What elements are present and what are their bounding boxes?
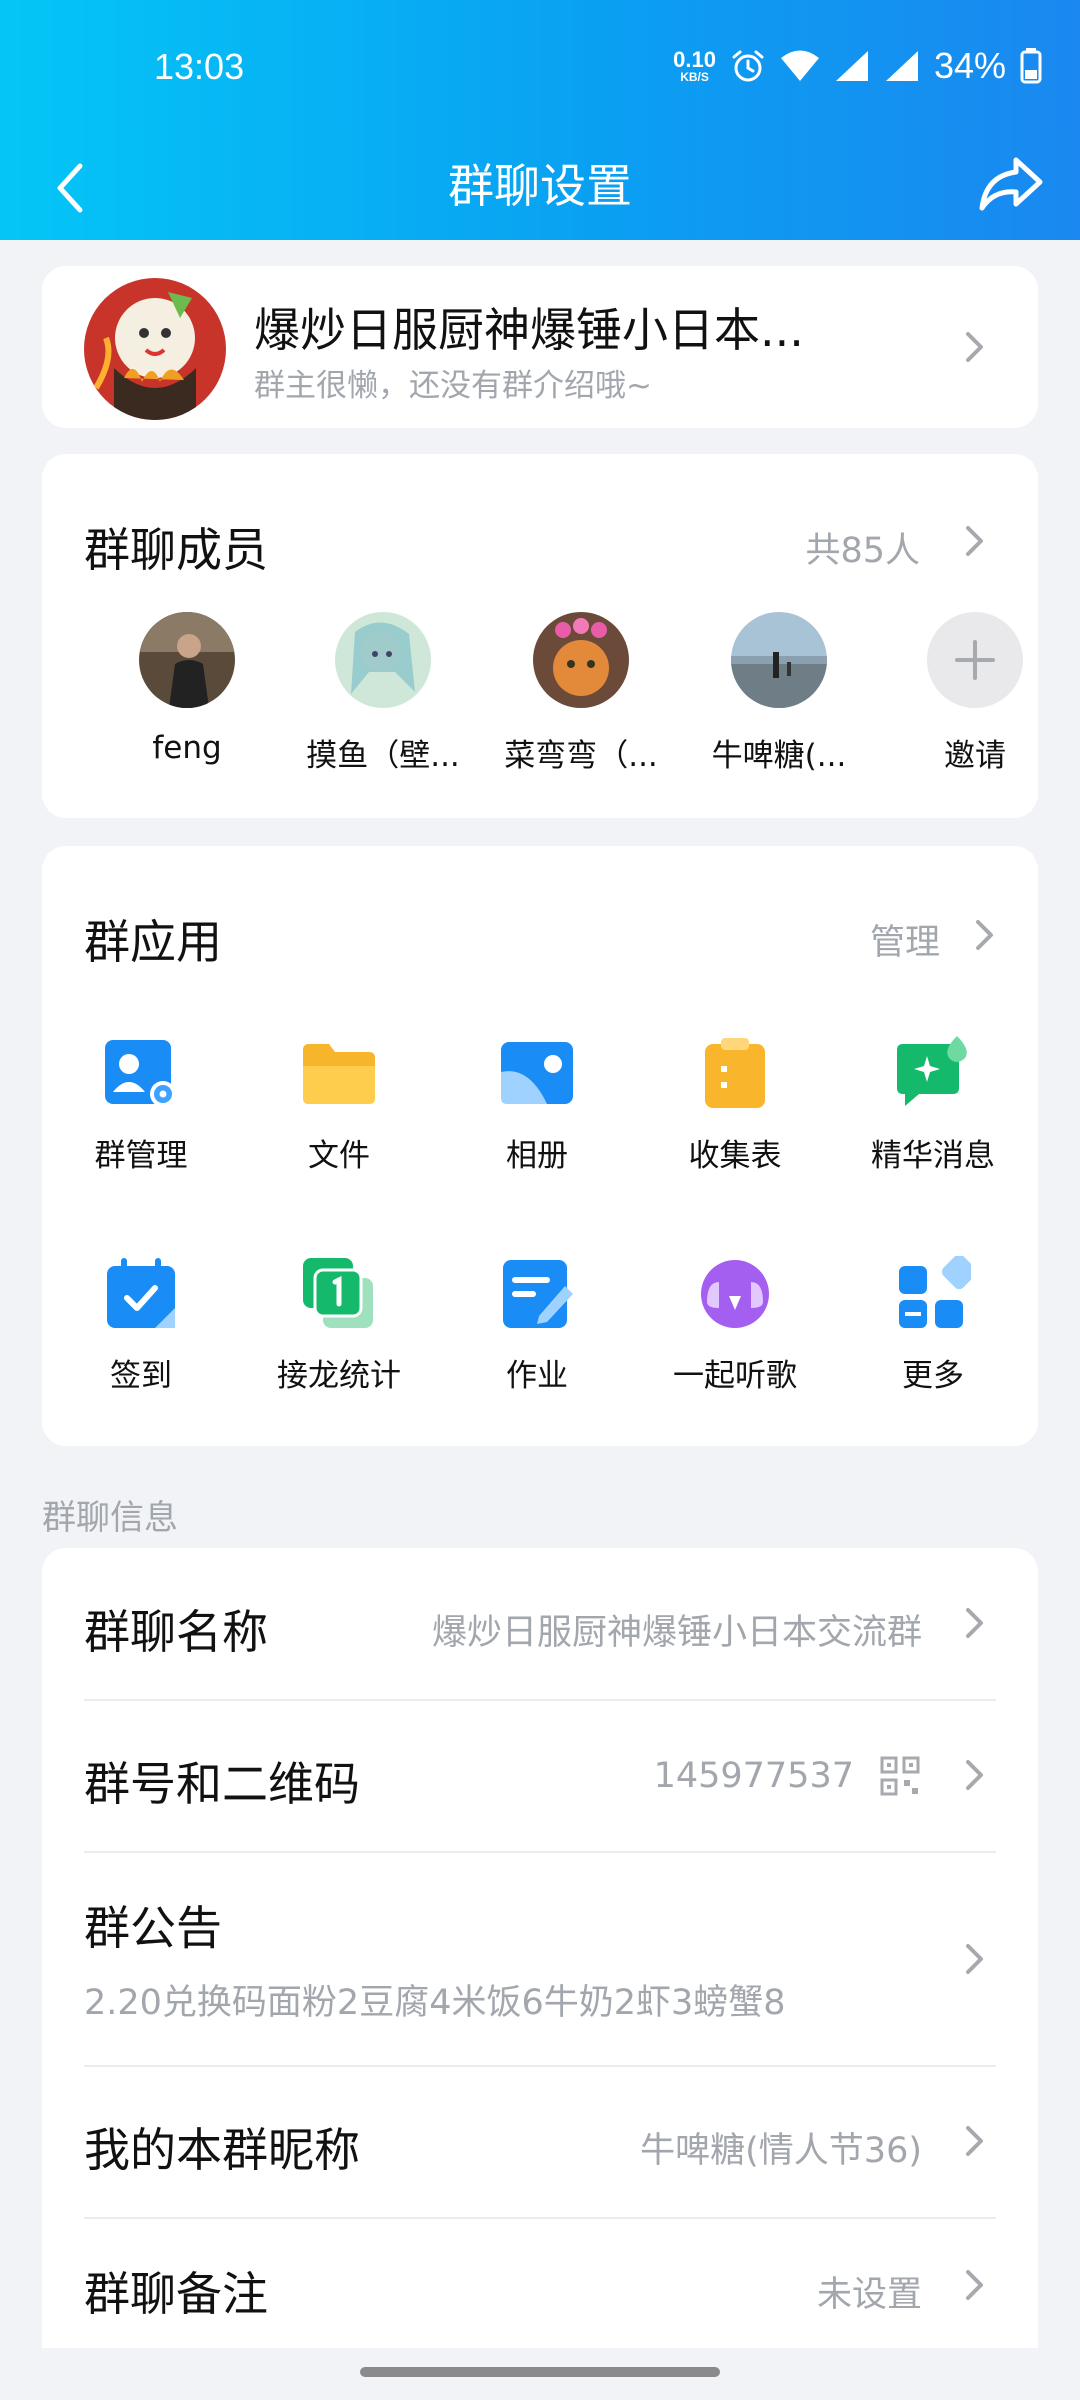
members-title: 群聊成员 (84, 523, 268, 577)
home-indicator[interactable] (360, 2367, 720, 2377)
app-label: 群管理 (94, 1138, 188, 1174)
clipboard-icon (705, 1038, 765, 1108)
group-info-section-label: 群聊信息 (42, 1498, 178, 1538)
group-notice-value: 2.20兑换码面粉2豆腐4米饭6牛奶2虾3螃蟹8 (84, 1983, 786, 2023)
group-name: 爆炒日服厨神爆锤小日本... (254, 303, 804, 357)
qr-code-icon[interactable] (880, 1756, 920, 1796)
chevron-right-icon (966, 1944, 983, 1974)
member-item[interactable]: feng (102, 612, 272, 766)
app-checkin[interactable]: 签到 (56, 1256, 226, 1395)
more-apps-icon (899, 1254, 977, 1328)
group-notice-label: 群公告 (84, 1901, 222, 1955)
member-item[interactable]: 牛啤糖(... (694, 612, 864, 775)
app-listen-together[interactable]: 一起听歌 (650, 1256, 820, 1395)
group-remark-label: 群聊备注 (84, 2267, 268, 2321)
chevron-right-icon (966, 2270, 983, 2300)
chevron-right-icon[interactable] (964, 524, 986, 558)
group-avatar-image (84, 278, 226, 420)
header: 13:03 0.10 KB/S 34% 群聊设置 (0, 0, 1080, 240)
members-card: 群聊成员 共85人 feng 摸鱼（壁... 菜弯弯（... 牛啤糖(... 邀… (42, 454, 1038, 818)
app-label: 相册 (506, 1138, 568, 1174)
apps-card: 群应用 管理 群管理 文件 相册 收集表 精华消息 签到 接龙统计 作业 一起听… (42, 846, 1038, 1446)
app-more[interactable]: 更多 (848, 1254, 1018, 1395)
my-nickname-value: 牛啤糖(情人节36) (640, 2131, 922, 2171)
members-count[interactable]: 共85人 (805, 522, 920, 573)
folder-icon (303, 1044, 375, 1104)
invite-button[interactable]: 邀请 (890, 612, 1060, 775)
group-notice-row[interactable]: 群公告 2.20兑换码面粉2豆腐4米饭6牛奶2虾3螃蟹8 (42, 1852, 1038, 2066)
member-name: 菜弯弯（... (504, 738, 658, 774)
app-label: 签到 (110, 1358, 172, 1394)
app-file[interactable]: 文件 (254, 1036, 424, 1175)
app-essence-message[interactable]: 精华消息 (848, 1036, 1018, 1175)
member-avatar (335, 612, 431, 708)
page-title: 群聊设置 (448, 159, 632, 213)
net-speed-value: 0.10 (673, 47, 716, 72)
wifi-icon (780, 50, 819, 81)
battery-percent: 34% (933, 45, 1006, 86)
member-avatar (533, 612, 629, 708)
homework-icon (503, 1260, 573, 1328)
my-nickname-row[interactable]: 我的本群昵称 牛啤糖(情人节36) (42, 2066, 1038, 2218)
battery-icon (1020, 48, 1042, 84)
share-icon[interactable] (976, 154, 1046, 216)
group-avatar (84, 278, 226, 420)
chevron-right-icon[interactable] (974, 918, 996, 952)
app-label: 一起听歌 (673, 1358, 797, 1394)
member-name: 牛啤糖(... (711, 738, 847, 774)
app-label: 作业 (506, 1358, 568, 1394)
member-name: 摸鱼（壁... (306, 738, 460, 774)
invite-label: 邀请 (944, 738, 1006, 774)
app-label: 文件 (308, 1138, 370, 1174)
net-speed-unit: KB/S (680, 70, 709, 84)
album-icon (501, 1042, 573, 1104)
invite-icon (927, 612, 1023, 708)
group-profile-card[interactable]: 爆炒日服厨神爆锤小日本... 群主很懒，还没有群介绍哦~ (42, 266, 1038, 428)
member-item[interactable]: 摸鱼（壁... (298, 612, 468, 775)
group-name-value: 爆炒日服厨神爆锤小日本交流群 (431, 1613, 922, 1653)
group-remark-row[interactable]: 群聊备注 未设置 (42, 2218, 1038, 2348)
app-homework[interactable]: 作业 (452, 1256, 622, 1395)
chevron-right-icon (966, 332, 983, 362)
group-number-label: 群号和二维码 (84, 1757, 360, 1811)
group-number-row[interactable]: 群号和二维码 145977537 (42, 1700, 1038, 1852)
my-nickname-label: 我的本群昵称 (84, 2123, 360, 2177)
essence-message-icon (897, 1036, 967, 1106)
status-time: 13:03 (154, 46, 245, 87)
group-name-row[interactable]: 群聊名称 爆炒日服厨神爆锤小日本交流群 (42, 1548, 1038, 1700)
group-info-card: 群聊名称 爆炒日服厨神爆锤小日本交流群 群号和二维码 145977537 群公告… (42, 1548, 1038, 2348)
app-group-manage[interactable]: 群管理 (56, 1036, 226, 1175)
net-speed: 0.10 KB/S (673, 47, 716, 84)
member-item[interactable]: 菜弯弯（... (496, 612, 666, 775)
app-album[interactable]: 相册 (452, 1036, 622, 1175)
group-name-label: 群聊名称 (84, 1605, 268, 1659)
status-bar: 13:03 0.10 KB/S 34% (0, 0, 1080, 136)
group-intro: 群主很懒，还没有群介绍哦~ (254, 368, 652, 404)
status-icons: 0.10 KB/S 34% (673, 44, 1042, 88)
app-collection-form[interactable]: 收集表 (650, 1036, 820, 1175)
relay-stats-icon (303, 1258, 373, 1328)
apps-manage[interactable]: 管理 (870, 914, 940, 965)
signal-icon (835, 51, 868, 81)
app-label: 收集表 (688, 1138, 782, 1174)
chevron-right-icon (966, 1608, 983, 1638)
app-relay-stats[interactable]: 接龙统计 (254, 1256, 424, 1395)
chevron-right-icon (966, 1760, 983, 1790)
alarm-icon (732, 50, 764, 82)
member-name: feng (152, 730, 222, 766)
signal-icon-2 (885, 51, 918, 81)
apps-title: 群应用 (84, 915, 222, 969)
member-avatar (139, 612, 235, 708)
app-label: 精华消息 (871, 1138, 995, 1174)
app-label: 接龙统计 (277, 1358, 401, 1394)
chevron-right-icon (966, 2126, 983, 2156)
checkin-icon (107, 1258, 175, 1328)
listen-together-icon (701, 1260, 769, 1328)
member-avatar (731, 612, 827, 708)
group-manage-icon (105, 1040, 176, 1107)
navbar: 群聊设置 (0, 136, 1080, 240)
app-label: 更多 (902, 1358, 964, 1394)
group-number-value: 145977537 (653, 1756, 854, 1796)
group-remark-value: 未设置 (816, 2275, 922, 2315)
